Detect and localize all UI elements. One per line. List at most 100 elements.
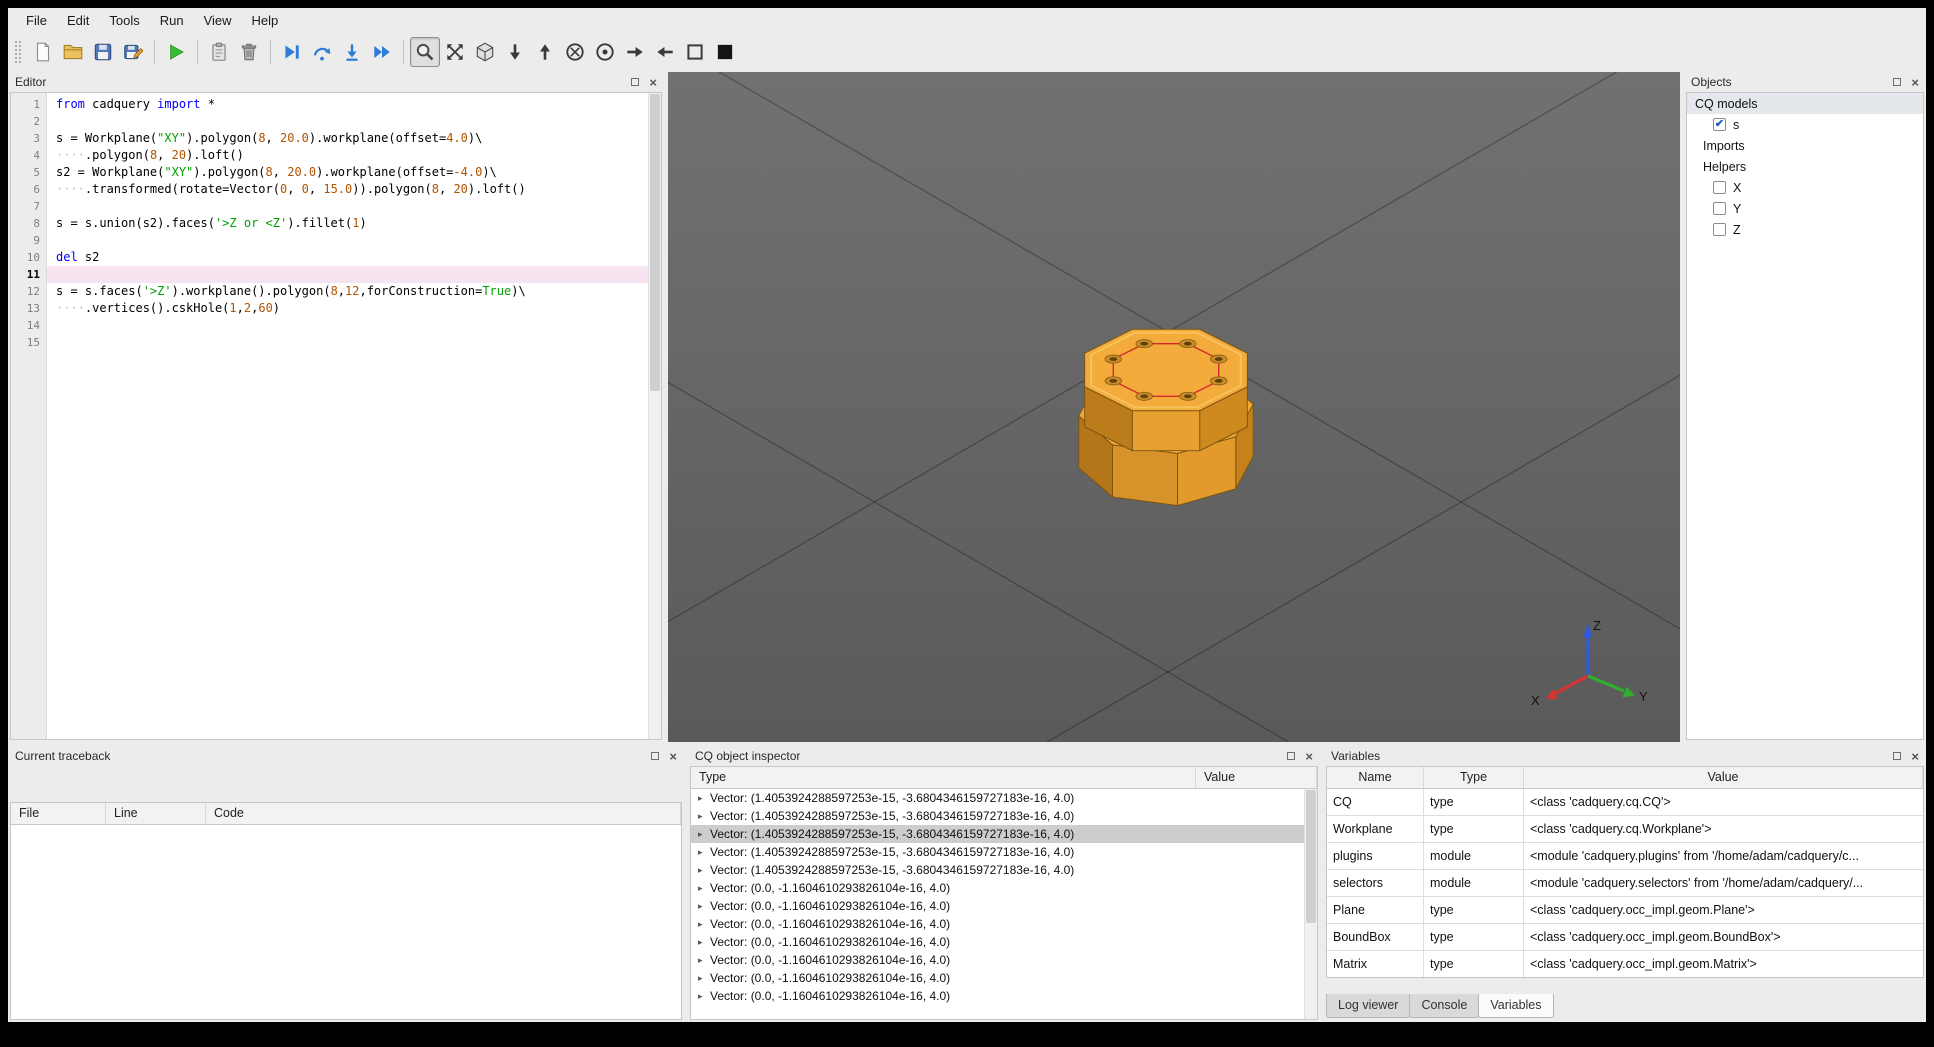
close-panel-icon[interactable]: × [669,750,677,763]
wireframe-button[interactable] [680,37,710,67]
float-panel-icon[interactable] [1893,752,1902,760]
view-bottom-button[interactable] [500,37,530,67]
traceback-col-code[interactable]: Code [206,803,681,824]
tab-variables[interactable]: Variables [1478,994,1554,1018]
expand-icon[interactable]: ▸ [698,955,710,966]
code-line[interactable]: 15 [11,334,648,351]
tree-item-imports[interactable]: Imports [1687,135,1923,156]
menu-view[interactable]: View [194,10,242,31]
expand-icon[interactable]: ▸ [698,919,710,930]
inspector-row[interactable]: ▸ Vector: (1.4053924288597253e-15, -3.680… [691,843,1304,861]
tree-item-z[interactable]: Z [1687,219,1923,240]
viewport-canvas[interactable]: Z Y X [668,72,1680,742]
variable-row[interactable]: BoundBox type <class 'cadquery.occ_impl.ge… [1327,924,1923,951]
toolbar-handle[interactable] [15,41,21,63]
view-right-button[interactable] [620,37,650,67]
open-file-button[interactable] [58,37,88,67]
variable-row[interactable]: selectors module <module 'cadquery.selecto… [1327,870,1923,897]
view-left-button[interactable] [650,37,680,67]
code-line[interactable]: 9 [11,232,648,249]
code-line[interactable]: 4 ····.polygon(8, 20).loft() [11,147,648,164]
checkbox-unchecked[interactable] [1713,202,1726,215]
inspector-row[interactable]: ▸ Vector: (0.0, -1.1604610293826104e-16, … [691,933,1304,951]
code-lines[interactable]: 1 from cadquery import * 2 3 s = Workplane("… [11,93,648,351]
inspector-row[interactable]: ▸ Vector: (0.0, -1.1604610293826104e-16, … [691,969,1304,987]
close-panel-icon[interactable]: × [1911,76,1919,89]
editor-body[interactable]: 1 from cadquery import * 2 3 s = Workplane("… [10,92,662,740]
variables-col-type[interactable]: Type [1424,767,1524,788]
menu-file[interactable]: File [16,10,57,31]
menu-edit[interactable]: Edit [57,10,99,31]
iso-view-button[interactable] [470,37,500,67]
checkbox-unchecked[interactable] [1713,223,1726,236]
expand-icon[interactable]: ▸ [698,883,710,894]
float-panel-icon[interactable] [1287,752,1296,760]
editor-scrollbar[interactable] [648,93,661,739]
view-top-button[interactable] [530,37,560,67]
code-line[interactable]: 12 s = s.faces('>Z').workplane().polygon(… [11,283,648,300]
code-line[interactable]: 11 [11,266,648,283]
view-front-button[interactable] [560,37,590,67]
variable-row[interactable]: Workplane type <class 'cadquery.cq.Workpla… [1327,816,1923,843]
menu-tools[interactable]: Tools [99,10,149,31]
traceback-col-line[interactable]: Line [106,803,206,824]
step-in-button[interactable] [337,37,367,67]
variable-row[interactable]: plugins module <module 'cadquery.plugins' … [1327,843,1923,870]
float-panel-icon[interactable] [651,752,660,760]
expand-icon[interactable]: ▸ [698,901,710,912]
code-line[interactable]: 14 [11,317,648,334]
tree-item-helpers[interactable]: Helpers [1687,156,1923,177]
view-back-button[interactable] [590,37,620,67]
shaded-button[interactable] [710,37,740,67]
expand-icon[interactable]: ▸ [698,829,710,840]
code-line[interactable]: 13 ····.vertices().cskHole(1,2,60) [11,300,648,317]
expand-icon[interactable]: ▸ [698,937,710,948]
expand-icon[interactable]: ▸ [698,973,710,984]
inspector-row[interactable]: ▸ Vector: (0.0, -1.1604610293826104e-16, … [691,879,1304,897]
delete-button[interactable] [234,37,264,67]
inspector-row[interactable]: ▸ Vector: (1.4053924288597253e-15, -3.680… [691,825,1304,843]
debug-button[interactable] [277,37,307,67]
inspector-row[interactable]: ▸ Vector: (0.0, -1.1604610293826104e-16, … [691,897,1304,915]
tab-log-viewer[interactable]: Log viewer [1326,994,1411,1018]
code-line[interactable]: 2 [11,113,648,130]
code-line[interactable]: 1 from cadquery import * [11,96,648,113]
variable-row[interactable]: CQ type <class 'cadquery.cq.CQ'> [1327,789,1923,816]
variable-row[interactable]: Matrix type <class 'cadquery.occ_impl.geom… [1327,951,1923,977]
code-line[interactable]: 8 s = s.union(s2).faces('>Z or <Z').fille… [11,215,648,232]
checkbox-checked[interactable]: ✔ [1713,118,1726,131]
inspector-row[interactable]: ▸ Vector: (0.0, -1.1604610293826104e-16, … [691,951,1304,969]
expand-icon[interactable]: ▸ [698,811,710,822]
close-panel-icon[interactable]: × [1911,750,1919,763]
fit-view-button[interactable] [440,37,470,67]
float-panel-icon[interactable] [1893,78,1902,86]
inspector-scrollbar[interactable] [1304,789,1317,1019]
expand-icon[interactable]: ▸ [698,793,710,804]
variable-row[interactable]: Plane type <class 'cadquery.occ_impl.geom.… [1327,897,1923,924]
expand-icon[interactable]: ▸ [698,847,710,858]
continue-button[interactable] [367,37,397,67]
tree-item-x[interactable]: X [1687,177,1923,198]
inspector-row[interactable]: ▸ Vector: (1.4053924288597253e-15, -3.680… [691,807,1304,825]
run-button[interactable] [161,37,191,67]
new-file-button[interactable] [28,37,58,67]
code-line[interactable]: 3 s = Workplane("XY").polygon(8, 20.0).wo… [11,130,648,147]
save-as-button[interactable] [118,37,148,67]
close-panel-icon[interactable]: × [1305,750,1313,763]
editor-scrollbar-thumb[interactable] [650,94,660,392]
inspector-col-value[interactable]: Value [1196,767,1317,788]
step-button[interactable] [307,37,337,67]
inspector-row[interactable]: ▸ Vector: (1.4053924288597253e-15, -3.680… [691,861,1304,879]
save-button[interactable] [88,37,118,67]
expand-icon[interactable]: ▸ [698,991,710,1002]
expand-icon[interactable]: ▸ [698,865,710,876]
menu-run[interactable]: Run [150,10,194,31]
inspector-scrollbar-thumb[interactable] [1306,790,1316,924]
inspector-row[interactable]: ▸ Vector: (0.0, -1.1604610293826104e-16, … [691,915,1304,933]
traceback-col-file[interactable]: File [11,803,106,824]
viewport-3d[interactable]: Z Y X [668,72,1680,742]
inspector-row[interactable]: ▸ Vector: (1.4053924288597253e-15, -3.680… [691,789,1304,807]
tree-item-cq-models[interactable]: CQ models [1687,93,1923,114]
code-line[interactable]: 10 del s2 [11,249,648,266]
cad-model[interactable] [1078,328,1254,507]
